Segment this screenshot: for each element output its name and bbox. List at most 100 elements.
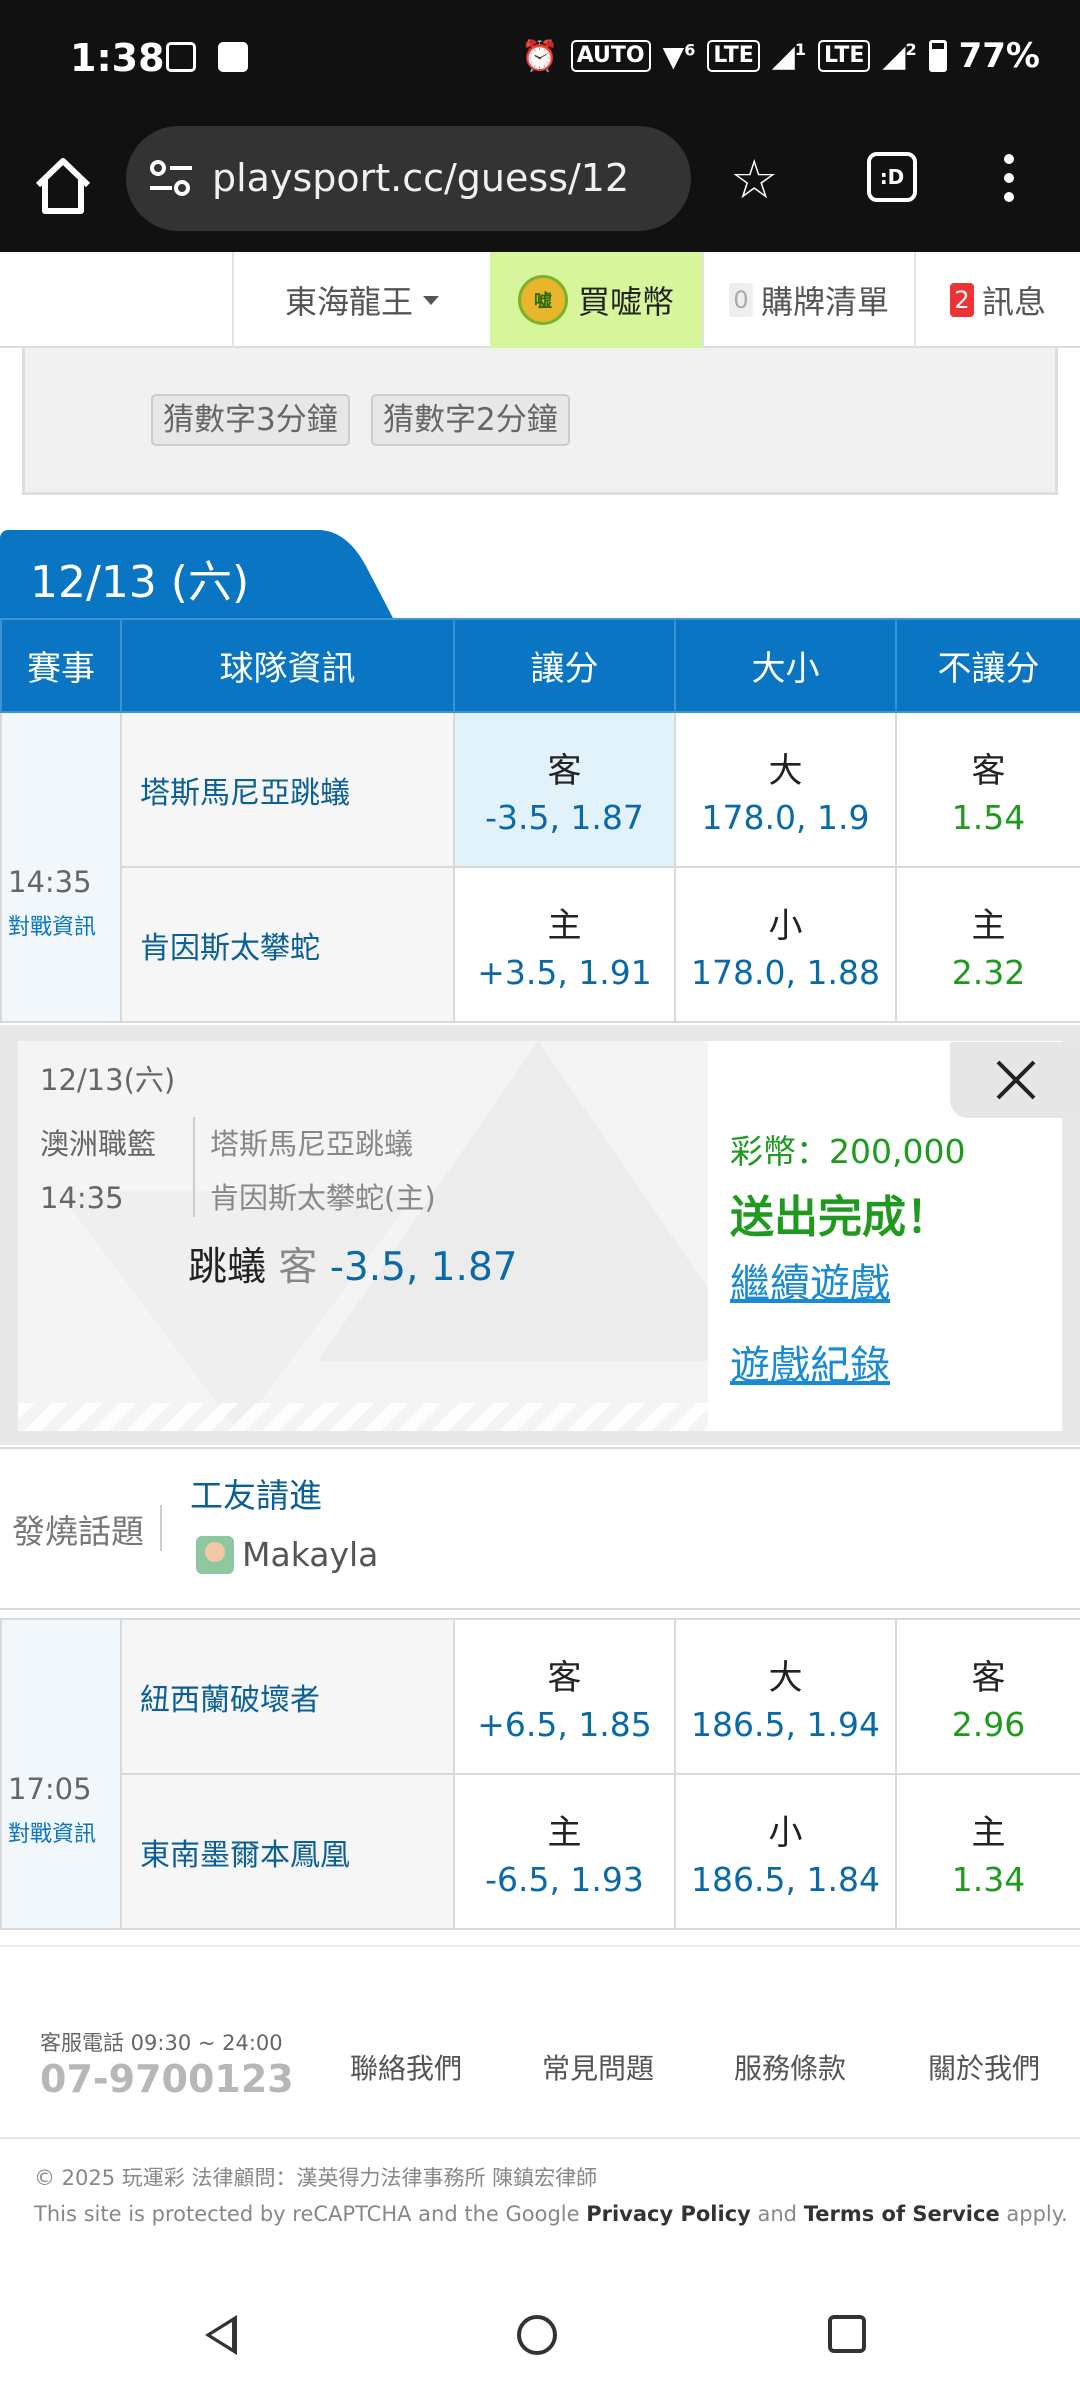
sim1-label: 1 — [794, 39, 806, 59]
odds-cell-total[interactable]: 小 186.5, 1.84 — [674, 1773, 897, 1930]
bookmark-star-icon[interactable]: ☆ — [730, 148, 778, 211]
site-footer: 客服電話 09:30 ~ 24:00 07-9700123 聯絡我們 常見問題 … — [0, 1945, 1080, 2255]
odds-side: 大 — [768, 750, 803, 791]
odds-side: 主 — [971, 1812, 1006, 1853]
home-circle-icon[interactable] — [517, 2315, 557, 2355]
odds-value: 1.54 — [951, 797, 1026, 837]
odds-value: 2.96 — [951, 1704, 1026, 1744]
filter-chip-guess-2min[interactable]: 猜數字2分鐘 — [371, 394, 570, 446]
continue-game-link[interactable]: 繼續遊戲 — [730, 1251, 890, 1309]
messages-button[interactable]: 2 訊息 — [914, 252, 1080, 348]
footer-divider — [0, 2137, 1080, 2139]
status-time: 1:38 — [70, 36, 165, 80]
odds-cell-spread[interactable]: 客 +6.5, 1.85 — [453, 1618, 676, 1775]
odds-cell-spread[interactable]: 主 +3.5, 1.91 — [453, 866, 676, 1023]
sim2-label: 2 — [905, 39, 917, 59]
url-text[interactable]: playsport.cc/guess/12 — [212, 156, 629, 200]
hot-topic-author[interactable]: Makayla — [196, 1535, 378, 1574]
odds-cell-moneyline[interactable]: 主 1.34 — [895, 1773, 1080, 1930]
battery-icon — [928, 40, 947, 72]
support-hours: 客服電話 09:30 ~ 24:00 — [40, 2031, 283, 2055]
footer-link-terms[interactable]: 服務條款 — [734, 2047, 846, 2087]
matchup-info-link[interactable]: 對戰資訊 — [8, 1816, 120, 1848]
hot-topic-divider — [160, 1505, 162, 1551]
odds-cell-spread[interactable]: 主 -6.5, 1.93 — [453, 1773, 676, 1930]
odds-side: 小 — [768, 1812, 803, 1853]
table-row: 14:35 對戰資訊 塔斯馬尼亞跳蟻 客 -3.5, 1.87 大 178.0, 1… — [0, 711, 1080, 1023]
system-nav-bar — [0, 2260, 1080, 2400]
volte-icon-2: LTE — [817, 40, 871, 72]
buy-coin-label: 買嘘幣 — [577, 283, 674, 321]
slip-date: 12/13(六) — [40, 1063, 176, 1097]
footer-link-contact[interactable]: 聯絡我們 — [350, 2047, 462, 2087]
terms-of-service-link[interactable]: Terms of Service — [804, 2202, 1000, 2226]
game-history-link[interactable]: 遊戲紀錄 — [730, 1333, 890, 1391]
odds-value: -3.5, 1.87 — [485, 797, 644, 837]
slip-league: 澳洲職籃 — [40, 1127, 157, 1161]
slip-away-team: 塔斯馬尼亞跳蟻 — [210, 1127, 414, 1161]
game-time-cell: 14:35 對戰資訊 — [0, 711, 122, 1023]
odds-value: 1.34 — [951, 1859, 1026, 1899]
status-right-icons: ⏰ AUTO ▼6 LTE ◢1 LTE ◢2 77% — [521, 36, 1040, 76]
col-header-total: 大小 — [674, 618, 897, 713]
odds-value: 178.0, 1.9 — [701, 797, 870, 837]
odds-side: 客 — [547, 750, 582, 791]
odds-cell-moneyline[interactable]: 客 1.54 — [895, 711, 1080, 868]
purchase-list-button[interactable]: 0 購牌清單 — [702, 252, 914, 348]
message-count-badge: 2 — [949, 283, 974, 317]
table-header-row: 賽事 球隊資訊 讓分 大小 不讓分 — [0, 618, 1080, 713]
slip-home-team: 肯因斯太攀蛇(主) — [210, 1181, 436, 1215]
battery-percent: 77% — [958, 36, 1040, 76]
messages-label: 訊息 — [981, 283, 1046, 321]
odds-cell-moneyline[interactable]: 主 2.32 — [895, 866, 1080, 1023]
site-settings-icon[interactable] — [148, 158, 194, 198]
odds-side: 主 — [547, 905, 582, 946]
recent-apps-icon[interactable] — [828, 2315, 866, 2353]
pick-odds: -3.5, 1.87 — [329, 1245, 518, 1290]
close-button[interactable] — [950, 1042, 1080, 1118]
odds-value: -6.5, 1.93 — [485, 1859, 644, 1899]
matchup-info-link[interactable]: 對戰資訊 — [8, 909, 120, 941]
hot-topic-title[interactable]: 工友請進 — [190, 1469, 322, 1517]
cart-label: 購牌清單 — [760, 283, 889, 321]
privacy-policy-link[interactable]: Privacy Policy — [586, 2202, 751, 2226]
col-header-spread: 讓分 — [453, 618, 676, 713]
odds-side: 客 — [971, 1657, 1006, 1698]
footer-link-faq[interactable]: 常見問題 — [542, 2047, 654, 2087]
odds-cell-spread[interactable]: 客 -3.5, 1.87 — [453, 711, 676, 868]
recaptcha-notice: This site is protected by reCAPTCHA and … — [34, 2202, 1068, 2226]
filter-chip-guess-3min[interactable]: 猜數字3分鐘 — [151, 394, 350, 446]
user-name: 東海龍王 — [284, 283, 413, 321]
odds-cell-total[interactable]: 大 178.0, 1.9 — [674, 711, 897, 868]
odds-side: 客 — [547, 1657, 582, 1698]
buy-coin-button[interactable]: 嘘 買嘘幣 — [490, 252, 702, 348]
home-icon[interactable] — [28, 151, 98, 221]
odds-cell-total[interactable]: 大 186.5, 1.94 — [674, 1618, 897, 1775]
odds-value: 2.32 — [951, 952, 1026, 992]
alarm-icon: ⏰ — [521, 38, 559, 74]
date-tab: 12/13 (六) — [0, 530, 410, 620]
coin-balance: 彩幣：200,000 — [730, 1132, 966, 1171]
browser-toolbar: playsport.cc/guess/12 ☆ :D — [0, 126, 1080, 252]
odds-cell-total[interactable]: 小 178.0, 1.88 — [674, 866, 897, 1023]
signal-icon-2: ◢2 — [882, 38, 917, 74]
url-bar[interactable]: playsport.cc/guess/12 — [126, 126, 691, 231]
odds-side: 主 — [971, 905, 1006, 946]
pick-team: 跳蟻 — [188, 1245, 267, 1290]
auto-hd-icon: AUTO — [570, 40, 651, 72]
footer-link-about[interactable]: 關於我們 — [928, 2047, 1040, 2087]
tab-switcher-button[interactable]: :D — [867, 152, 917, 202]
recaptcha-text: This site is protected by reCAPTCHA and … — [34, 2202, 587, 2226]
support-phone[interactable]: 07-9700123 — [40, 2057, 294, 2101]
chevron-down-icon — [423, 295, 439, 305]
user-dropdown[interactable]: 東海龍王 — [232, 252, 490, 348]
odds-value: +3.5, 1.91 — [477, 952, 652, 992]
app-icon — [218, 42, 248, 72]
table-row: 東南墨爾本鳳凰 主 -6.5, 1.93 小 186.5, 1.84 主 1.34 — [1, 1773, 1080, 1930]
odds-cell-moneyline[interactable]: 客 2.96 — [895, 1618, 1080, 1775]
submit-done-message: 送出完成！ — [730, 1192, 950, 1243]
col-header-team: 球隊資訊 — [120, 618, 455, 713]
more-menu-icon[interactable] — [1004, 154, 1016, 211]
game-time: 17:05 — [8, 1772, 92, 1806]
table-row: 肯因斯太攀蛇 主 +3.5, 1.91 小 178.0, 1.88 主 2.32 — [1, 866, 1080, 1023]
